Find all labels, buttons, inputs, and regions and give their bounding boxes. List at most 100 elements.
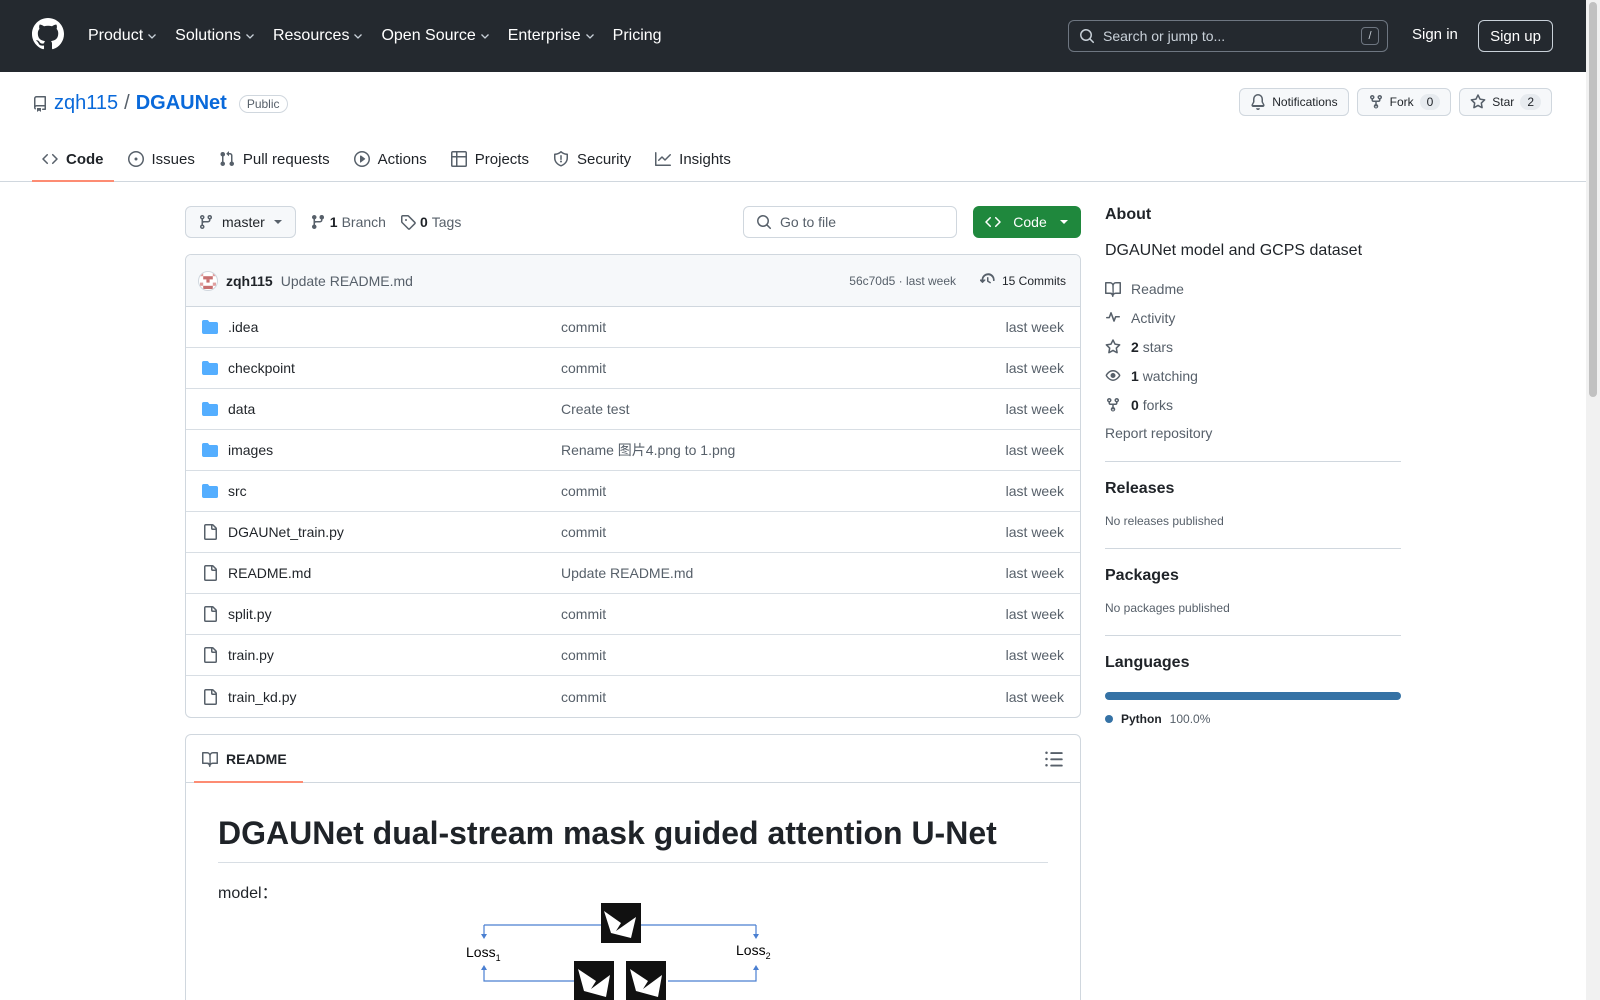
sign-up-button[interactable]: Sign up: [1478, 20, 1553, 52]
file-commit-message-link[interactable]: Rename 图片4.png to 1.png: [561, 440, 735, 460]
about-item-stars[interactable]: 2 stars: [1105, 332, 1401, 361]
branch-count: 1: [329, 214, 338, 230]
fork-button[interactable]: Fork 0: [1356, 88, 1452, 116]
file-name-link[interactable]: .idea: [228, 319, 258, 335]
go-to-file-placeholder: Go to file: [780, 214, 837, 230]
language-item[interactable]: Python 100.0%: [1105, 712, 1401, 726]
language-color-dot: [1105, 715, 1113, 723]
notifications-button[interactable]: Notifications: [1239, 88, 1349, 116]
commits-history-link[interactable]: 15 Commits: [979, 272, 1066, 289]
about-item-forks[interactable]: 0 forks: [1105, 390, 1401, 419]
nav-item-enterprise[interactable]: Enterprise: [508, 27, 595, 45]
star-button[interactable]: Star 2: [1459, 88, 1552, 116]
about-item-label: forks: [1142, 396, 1174, 413]
tab-actions[interactable]: Actions: [344, 136, 437, 182]
repo-tabs: Code Issues Pull requests Actions Projects Se…: [32, 136, 741, 182]
file-name-link[interactable]: src: [228, 483, 247, 499]
table-row[interactable]: README.md Update README.md last week: [186, 553, 1080, 594]
file-commit-message-link[interactable]: commit: [561, 319, 606, 335]
table-row[interactable]: train.py commit last week: [186, 635, 1080, 676]
scrollbar-thumb[interactable]: [1589, 2, 1597, 397]
tab-issues[interactable]: Issues: [118, 136, 205, 182]
tab-insights[interactable]: Insights: [645, 136, 741, 182]
model-diagram-image: Loss1 Loss2: [466, 903, 771, 1000]
go-to-file-input[interactable]: Go to file: [743, 206, 957, 238]
about-item-watching[interactable]: 1 watching: [1105, 361, 1401, 390]
branches-link[interactable]: 1 Branch: [310, 214, 386, 230]
file-name-link[interactable]: README.md: [228, 565, 311, 581]
file-name-link[interactable]: DGAUNet_train.py: [228, 524, 344, 540]
file-name-link[interactable]: train_kd.py: [228, 689, 296, 705]
file-icon: [204, 688, 217, 705]
tab-projects[interactable]: Projects: [441, 136, 539, 182]
table-row[interactable]: data Create test last week: [186, 389, 1080, 430]
divider: [1105, 461, 1401, 462]
about-item-Activity[interactable]: Activity: [1105, 303, 1401, 332]
tab-pull-requests[interactable]: Pull requests: [209, 136, 340, 182]
file-toolbar: master 1 Branch 0 Tags Go to file Code: [185, 206, 1081, 238]
search-input[interactable]: Search or jump to... /: [1068, 20, 1388, 52]
table-row[interactable]: src commit last week: [186, 471, 1080, 512]
file-commit-message-link[interactable]: commit: [561, 689, 606, 705]
code-dropdown-button[interactable]: Code: [973, 206, 1081, 238]
issue-icon: [127, 151, 144, 167]
commit-meta[interactable]: 56c70d5 · last week: [849, 274, 956, 288]
tab-code[interactable]: Code: [32, 136, 114, 182]
tag-count: 0: [419, 214, 428, 230]
table-row[interactable]: DGAUNet_train.py commit last week: [186, 512, 1080, 553]
repo-name-link[interactable]: DGAUNet: [136, 92, 227, 115]
file-name-link[interactable]: images: [228, 442, 273, 458]
table-row[interactable]: split.py commit last week: [186, 594, 1080, 635]
nav-item-product[interactable]: Product: [88, 27, 157, 45]
page-scrollbar[interactable]: [1586, 0, 1600, 1000]
table-row[interactable]: checkpoint commit last week: [186, 348, 1080, 389]
nav-item-pricing[interactable]: Pricing: [613, 27, 662, 45]
chevron-down-icon: [585, 34, 594, 39]
language-bar: [1105, 692, 1401, 700]
loss1-label: Loss1: [466, 944, 501, 963]
commit-author-link[interactable]: zqh115: [226, 273, 273, 289]
table-row[interactable]: .idea commit last week: [186, 307, 1080, 348]
pulse-icon: [1106, 311, 1120, 322]
table-row[interactable]: train_kd.py commit last week: [186, 676, 1080, 717]
releases-heading[interactable]: Releases: [1105, 480, 1401, 498]
packages-heading[interactable]: Packages: [1105, 567, 1401, 585]
repo-owner-link[interactable]: zqh115: [54, 92, 118, 115]
nav-item-solutions[interactable]: Solutions: [175, 27, 255, 45]
report-repository-link[interactable]: Report repository: [1105, 425, 1401, 441]
file-name-link[interactable]: train.py: [228, 647, 274, 663]
table-of-contents-icon[interactable]: [1044, 749, 1064, 769]
tab-security[interactable]: Security: [543, 136, 641, 182]
file-commit-message-link[interactable]: commit: [561, 647, 606, 663]
file-browser: zqh115 Update README.md 56c70d5 · last w…: [185, 254, 1081, 718]
file-commit-message-link[interactable]: commit: [561, 524, 606, 540]
caret-down-icon: [273, 220, 282, 224]
table-row[interactable]: images Rename 图片4.png to 1.png last week: [186, 430, 1080, 471]
nav-item-resources[interactable]: Resources: [273, 27, 363, 45]
about-item-label: Readme: [1131, 280, 1184, 297]
avatar[interactable]: [198, 270, 218, 291]
nav-item-label: Open Source: [381, 27, 476, 44]
star-label: Star: [1492, 95, 1515, 109]
nav-item-open-source[interactable]: Open Source: [381, 27, 489, 45]
file-commit-message-link[interactable]: commit: [561, 606, 606, 622]
table-icon: [450, 151, 467, 167]
file-name-link[interactable]: checkpoint: [228, 360, 295, 376]
file-name-link[interactable]: split.py: [228, 606, 272, 622]
branch-select[interactable]: master: [185, 206, 296, 238]
sign-in-link[interactable]: Sign in: [1412, 26, 1458, 43]
github-logo-icon[interactable]: [32, 18, 64, 50]
readme-tab[interactable]: README: [194, 735, 303, 783]
commit-message-link[interactable]: Update README.md: [281, 273, 413, 289]
file-commit-message-link[interactable]: commit: [561, 360, 606, 376]
file-name-link[interactable]: data: [228, 401, 255, 417]
graph-icon: [655, 152, 672, 166]
file-commit-date: last week: [1005, 360, 1064, 376]
tags-link[interactable]: 0 Tags: [400, 214, 461, 230]
file-commit-message-link[interactable]: Create test: [561, 401, 629, 417]
about-item-Readme[interactable]: Readme: [1105, 274, 1401, 303]
file-commit-message-link[interactable]: commit: [561, 483, 606, 499]
about-item-label: stars: [1142, 338, 1174, 355]
star-count: 2: [1520, 94, 1541, 110]
file-commit-message-link[interactable]: Update README.md: [561, 565, 693, 581]
